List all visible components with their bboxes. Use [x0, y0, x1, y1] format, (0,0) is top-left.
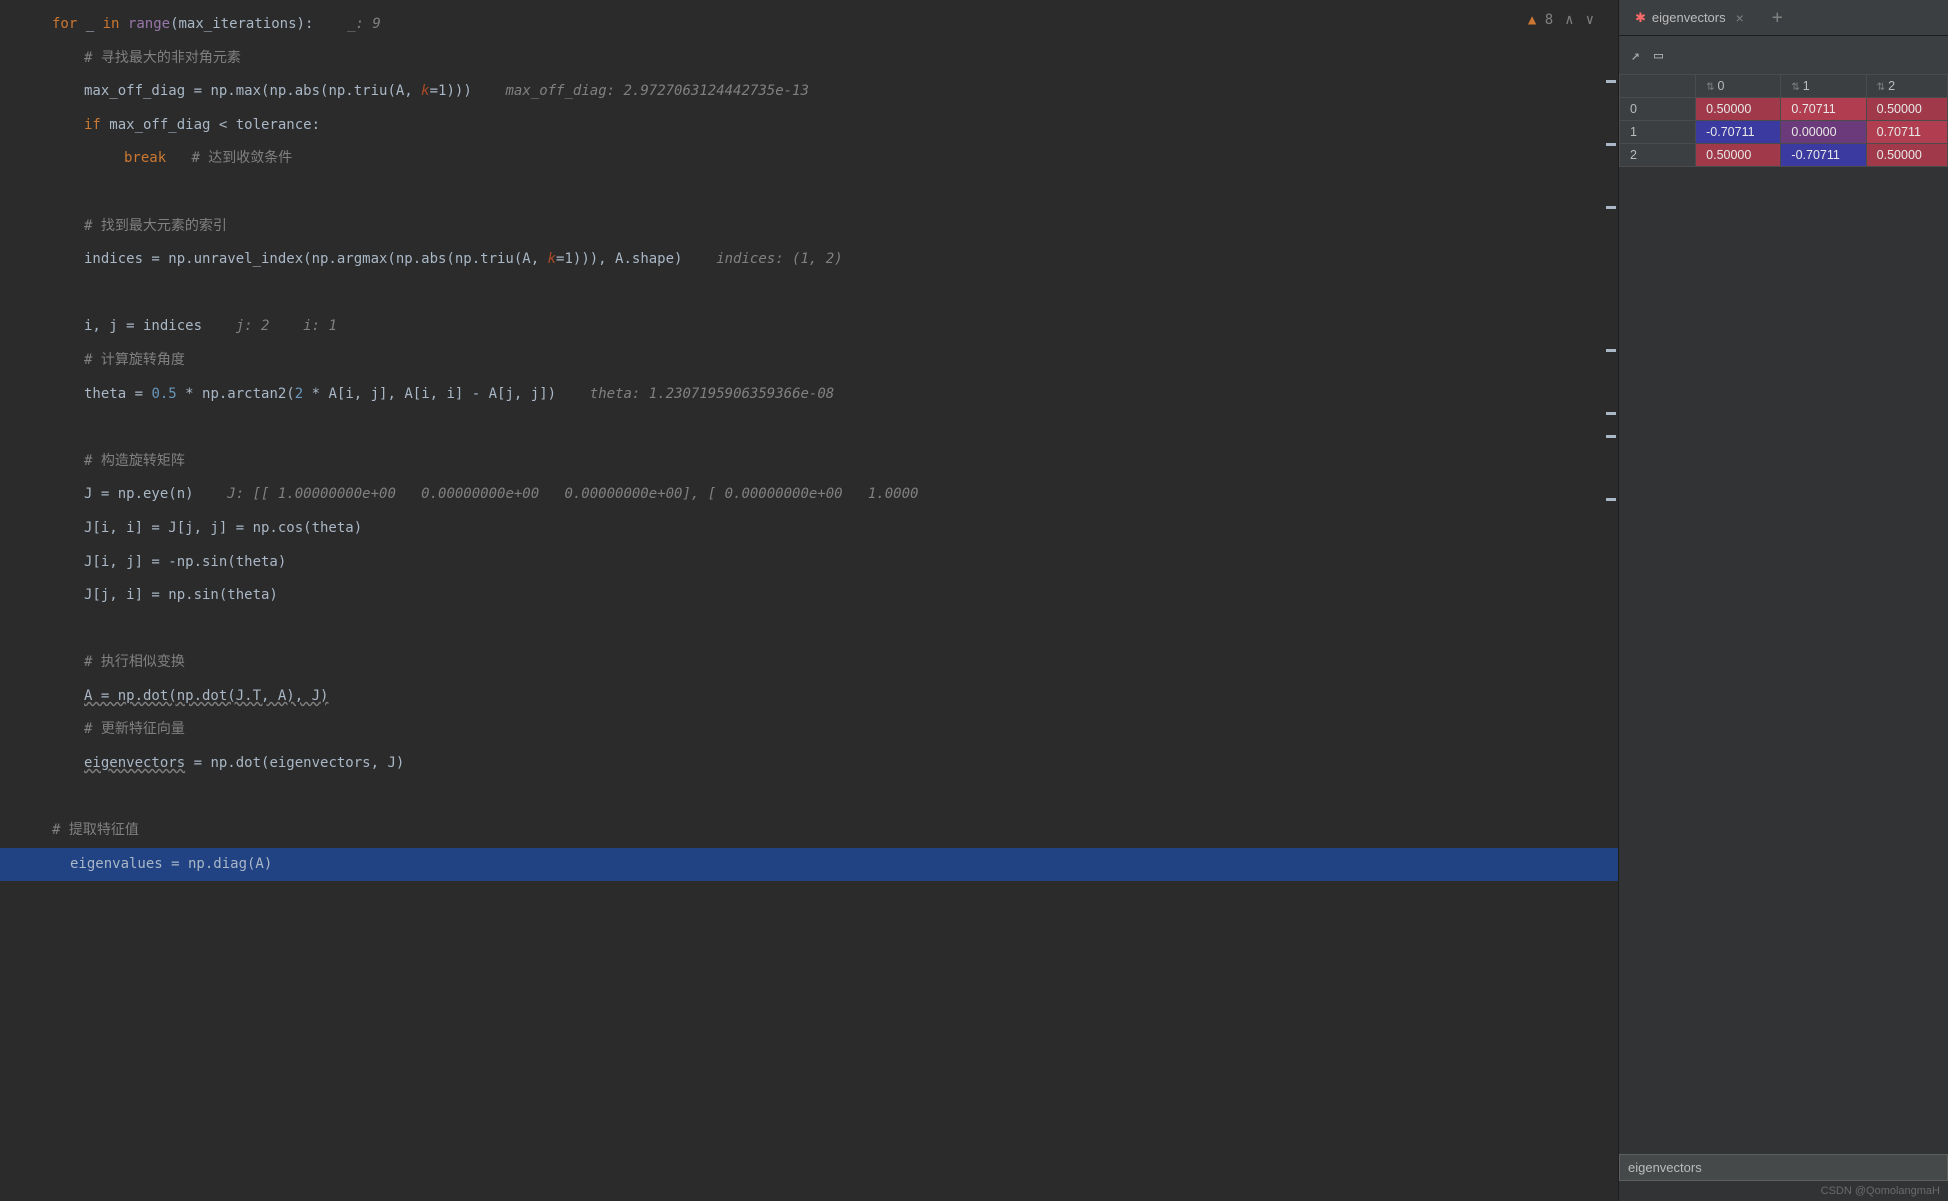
col-header[interactable]: ⇅2	[1866, 75, 1947, 98]
add-tab-icon[interactable]: +	[1772, 7, 1783, 28]
warning-indicator[interactable]: ▲ 8	[1528, 12, 1553, 28]
row-index[interactable]: 1	[1620, 121, 1696, 144]
data-cell[interactable]: -0.70711	[1696, 121, 1781, 144]
watermark: CSDN @QomolangmaH	[1619, 1181, 1948, 1201]
code-line: i, j = indices j: 2 i: 1	[24, 310, 1618, 344]
data-cell[interactable]: -0.70711	[1781, 144, 1866, 167]
tab-label: eigenvectors	[1652, 10, 1726, 25]
code-line: theta = 0.5 * np.arctan2(2 * A[i, j], A[…	[24, 378, 1618, 412]
code-line: # 提取特征值	[24, 814, 1618, 848]
code-line: # 找到最大元素的索引	[24, 210, 1618, 244]
inspection-bar: ▲ 8 ∧ ∨	[1528, 12, 1594, 28]
code-line: for _ in range(max_iterations): _: 9	[24, 8, 1618, 42]
code-line: # 执行相似变换	[24, 646, 1618, 680]
code-line: if max_off_diag < tolerance:	[24, 109, 1618, 143]
corner-cell[interactable]	[1620, 75, 1696, 98]
panel-toolbar: ↗ ▭	[1619, 36, 1948, 74]
data-cell[interactable]: 0.00000	[1781, 121, 1866, 144]
data-cell[interactable]: 0.70711	[1781, 98, 1866, 121]
code-line: eigenvectors = np.dot(eigenvectors, J)	[24, 747, 1618, 781]
panel-tab-bar: ✱ eigenvectors × +	[1619, 0, 1948, 36]
window-icon[interactable]: ▭	[1654, 46, 1663, 64]
code-line-highlighted: eigenvalues = np.diag(A)	[0, 848, 1618, 882]
expand-icon[interactable]: ↗	[1631, 46, 1640, 64]
code-line: A = np.dot(np.dot(J.T, A), J)	[24, 680, 1618, 714]
data-table: ⇅0 ⇅1 ⇅2 0 0.50000 0.70711 0.50000 1 -0.…	[1619, 74, 1948, 167]
data-cell[interactable]: 0.70711	[1866, 121, 1947, 144]
table-row: 2 0.50000 -0.70711 0.50000	[1620, 144, 1948, 167]
table-row: 0 0.50000 0.70711 0.50000	[1620, 98, 1948, 121]
code-line: indices = np.unravel_index(np.argmax(np.…	[24, 243, 1618, 277]
close-tab-icon[interactable]: ×	[1736, 10, 1744, 26]
code-line: J[j, i] = np.sin(theta)	[24, 579, 1618, 613]
minimap[interactable]	[1606, 80, 1614, 561]
data-cell[interactable]: 0.50000	[1696, 98, 1781, 121]
code-line: # 寻找最大的非对角元素	[24, 42, 1618, 76]
panel-footer: CSDN @QomolangmaH	[1619, 1154, 1948, 1201]
expression-input[interactable]	[1619, 1154, 1948, 1181]
code-line: break # 达到收敛条件	[24, 142, 1618, 176]
col-header[interactable]: ⇅0	[1696, 75, 1781, 98]
data-cell[interactable]: 0.50000	[1866, 144, 1947, 167]
code-line: J[i, j] = -np.sin(theta)	[24, 546, 1618, 580]
row-index[interactable]: 2	[1620, 144, 1696, 167]
code-line: # 更新特征向量	[24, 713, 1618, 747]
editor-pane: ▲ 8 ∧ ∨ for _ in range(max_iterations): …	[0, 0, 1618, 1201]
row-index[interactable]: 0	[1620, 98, 1696, 121]
code-line: max_off_diag = np.max(np.abs(np.triu(A, …	[24, 75, 1618, 109]
code-line: J[i, i] = J[j, j] = np.cos(theta)	[24, 512, 1618, 546]
prev-issue-icon[interactable]: ∧	[1565, 12, 1573, 28]
code-line: # 构造旋转矩阵	[24, 445, 1618, 479]
code-line: # 计算旋转角度	[24, 344, 1618, 378]
data-viewer-panel: ✱ eigenvectors × + ↗ ▭ ⇅0 ⇅1 ⇅2 0 0.5000…	[1618, 0, 1948, 1201]
panel-tab[interactable]: ✱ eigenvectors ×	[1627, 10, 1752, 26]
table-row: 1 -0.70711 0.00000 0.70711	[1620, 121, 1948, 144]
data-cell[interactable]: 0.50000	[1696, 144, 1781, 167]
col-header[interactable]: ⇅1	[1781, 75, 1866, 98]
data-cell[interactable]: 0.50000	[1866, 98, 1947, 121]
code-line: J = np.eye(n) J: [[ 1.00000000e+00 0.000…	[24, 478, 1618, 512]
code-area[interactable]: for _ in range(max_iterations): _: 9 # 寻…	[0, 0, 1618, 1201]
next-issue-icon[interactable]: ∨	[1586, 12, 1594, 28]
bug-icon: ✱	[1635, 10, 1646, 26]
table-header-row: ⇅0 ⇅1 ⇅2	[1620, 75, 1948, 98]
